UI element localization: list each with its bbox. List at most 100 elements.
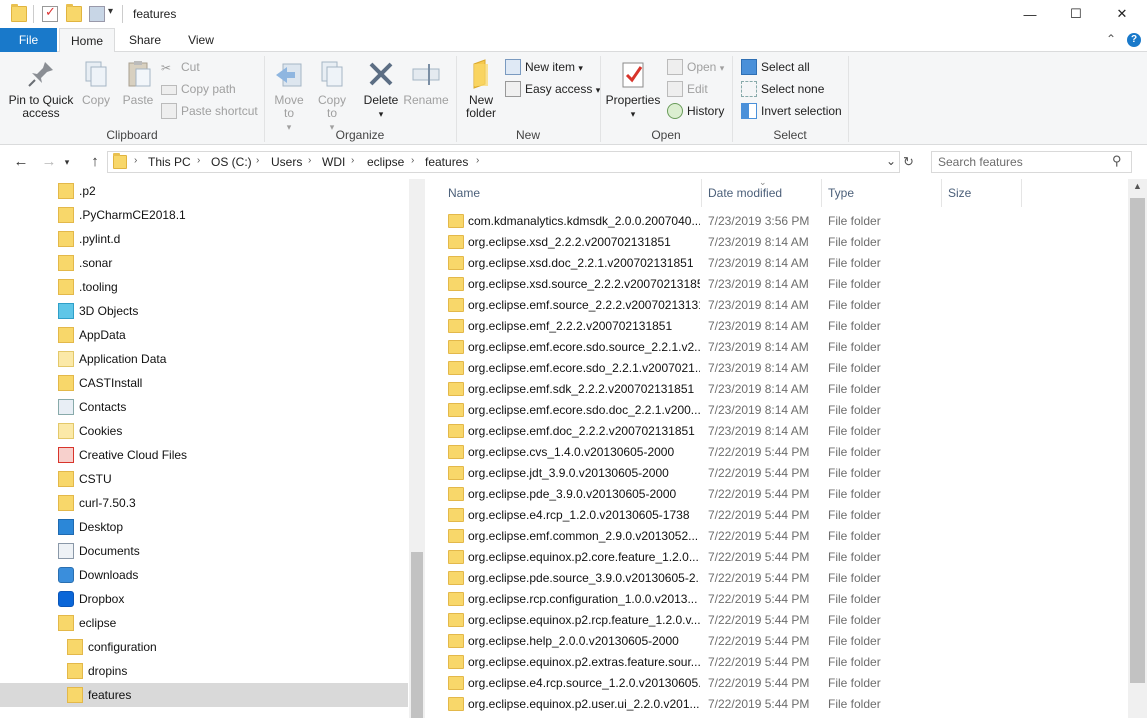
nav-item[interactable]: AppData bbox=[0, 323, 408, 347]
recent-locations-chevron-icon[interactable]: ▾ bbox=[60, 153, 74, 171]
file-row[interactable]: org.eclipse.xsd.source_2.2.2.v2007021318… bbox=[442, 274, 1132, 295]
select-all-button[interactable]: Select all bbox=[741, 58, 810, 76]
back-button[interactable]: ← bbox=[10, 153, 32, 171]
breadcrumb-this-pc[interactable]: This PC bbox=[148, 155, 191, 169]
column-header-date-modified[interactable]: Date modified bbox=[702, 179, 822, 207]
file-row[interactable]: org.eclipse.cvs_1.4.0.v20130605-2000 7/22… bbox=[442, 442, 1132, 463]
refresh-icon[interactable]: ↻ bbox=[903, 152, 919, 172]
copy-to-button[interactable]: Copy to ▾ bbox=[312, 58, 352, 134]
select-none-button[interactable]: Select none bbox=[741, 80, 824, 98]
nav-item[interactable]: eclipse bbox=[0, 611, 408, 635]
file-row[interactable]: org.eclipse.pde.source_3.9.0.v20130605-2… bbox=[442, 568, 1132, 589]
breadcrumb-chevron-icon[interactable]: › bbox=[476, 155, 479, 166]
file-row[interactable]: org.eclipse.e4.rcp.source_1.2.0.v2013060… bbox=[442, 673, 1132, 694]
search-icon[interactable]: ⚲ bbox=[1112, 153, 1122, 169]
easy-access-button[interactable]: Easy access ▾ bbox=[505, 80, 600, 98]
chevron-down-icon[interactable]: ▾ bbox=[108, 6, 113, 17]
breadcrumb-chevron-icon[interactable]: › bbox=[308, 155, 311, 166]
tab-view[interactable]: View bbox=[176, 28, 226, 52]
close-button[interactable]: ✕ bbox=[1099, 0, 1145, 28]
file-row[interactable]: org.eclipse.rcp.configuration_1.0.0.v201… bbox=[442, 589, 1132, 610]
new-folder-button[interactable]: New folder bbox=[461, 58, 501, 120]
file-row[interactable]: org.eclipse.emf_2.2.2.v200702131851 7/23/… bbox=[442, 316, 1132, 337]
file-row[interactable]: org.eclipse.equinox.p2.rcp.feature_1.2.0… bbox=[442, 610, 1132, 631]
file-row[interactable]: org.eclipse.emf.ecore.sdo.source_2.2.1.v… bbox=[442, 337, 1132, 358]
breadcrumb-features[interactable]: features bbox=[425, 155, 468, 169]
copy-button[interactable]: Copy bbox=[78, 58, 114, 107]
scroll-up-icon[interactable]: ▲ bbox=[1133, 181, 1142, 191]
file-row[interactable]: org.eclipse.equinox.p2.user.ui_2.2.0.v20… bbox=[442, 694, 1132, 715]
open-button[interactable]: Open ▾ bbox=[667, 58, 724, 76]
nav-item[interactable]: Application Data bbox=[0, 347, 408, 371]
file-row[interactable]: org.eclipse.emf.doc_2.2.2.v200702131851 7… bbox=[442, 421, 1132, 442]
column-header-type[interactable]: Type bbox=[822, 179, 942, 207]
edit-button[interactable]: Edit bbox=[667, 80, 708, 98]
tab-share[interactable]: Share bbox=[120, 28, 170, 52]
breadcrumb-os-c[interactable]: OS (C:) bbox=[211, 155, 252, 169]
file-row[interactable]: org.eclipse.equinox.p2.extras.feature.so… bbox=[442, 652, 1132, 673]
collapse-ribbon-icon[interactable]: ⌃ bbox=[1106, 32, 1116, 46]
rename-button[interactable]: Rename bbox=[402, 58, 450, 107]
nav-item[interactable]: Contacts bbox=[0, 395, 408, 419]
nav-item[interactable]: Documents bbox=[0, 539, 408, 563]
breadcrumb-chevron-icon[interactable]: › bbox=[134, 155, 137, 166]
move-to-button[interactable]: Move to ▾ bbox=[268, 58, 310, 134]
forward-button[interactable]: → bbox=[38, 153, 60, 171]
nav-item[interactable]: .p2 bbox=[0, 179, 408, 203]
invert-selection-button[interactable]: Invert selection bbox=[741, 102, 842, 120]
copy-path-button[interactable]: Copy path bbox=[161, 80, 236, 98]
file-row[interactable]: org.eclipse.emf.ecore.sdo.doc_2.2.1.v200… bbox=[442, 400, 1132, 421]
nav-item[interactable]: .sonar bbox=[0, 251, 408, 275]
properties-icon[interactable]: ✓ bbox=[42, 4, 58, 22]
up-button[interactable]: ↑ bbox=[84, 153, 106, 171]
history-button[interactable]: History bbox=[667, 102, 724, 120]
breadcrumb-chevron-icon[interactable]: › bbox=[197, 155, 200, 166]
cut-button[interactable]: ✂ Cut bbox=[161, 58, 200, 76]
properties-button[interactable]: Properties ▾ bbox=[604, 58, 662, 121]
maximize-button[interactable]: ☐ bbox=[1053, 0, 1099, 28]
nav-item[interactable]: .pylint.d bbox=[0, 227, 408, 251]
file-list-scrollbar-thumb[interactable] bbox=[1130, 198, 1145, 683]
column-header-size[interactable]: Size bbox=[942, 179, 1022, 207]
nav-item[interactable]: curl-7.50.3 bbox=[0, 491, 408, 515]
breadcrumb-chevron-icon[interactable]: › bbox=[256, 155, 259, 166]
nav-item[interactable]: Creative Cloud Files bbox=[0, 443, 408, 467]
paste-button[interactable]: Paste bbox=[118, 58, 158, 107]
file-row[interactable]: org.eclipse.xsd_2.2.2.v200702131851 7/23/… bbox=[442, 232, 1132, 253]
minimize-button[interactable]: — bbox=[1007, 0, 1053, 28]
nav-item[interactable]: 3D Objects bbox=[0, 299, 408, 323]
file-row[interactable]: org.eclipse.emf.sdk_2.2.2.v200702131851 7… bbox=[442, 379, 1132, 400]
new-folder-icon[interactable] bbox=[66, 4, 82, 22]
file-row[interactable]: org.eclipse.emf.ecore.sdo_2.2.1.v2007021… bbox=[442, 358, 1132, 379]
breadcrumb-eclipse[interactable]: eclipse bbox=[367, 155, 404, 169]
file-row[interactable]: org.eclipse.equinox.p2.core.feature_1.2.… bbox=[442, 547, 1132, 568]
delete-button[interactable]: Delete ▾ bbox=[362, 58, 400, 121]
column-header-name[interactable]: Name bbox=[442, 179, 702, 207]
nav-item[interactable]: dropins bbox=[0, 659, 408, 683]
navigation-scrollbar-thumb[interactable] bbox=[411, 552, 423, 718]
nav-item[interactable]: CASTInstall bbox=[0, 371, 408, 395]
file-row[interactable]: org.eclipse.emf.source_2.2.2.v2007021313… bbox=[442, 295, 1132, 316]
nav-item[interactable]: .PyCharmCE2018.1 bbox=[0, 203, 408, 227]
nav-item[interactable]: .tooling bbox=[0, 275, 408, 299]
nav-item[interactable]: features bbox=[0, 683, 408, 707]
file-row[interactable]: org.eclipse.e4.rcp_1.2.0.v20130605-1738 7… bbox=[442, 505, 1132, 526]
file-row[interactable]: org.eclipse.xsd.doc_2.2.1.v200702131851 7… bbox=[442, 253, 1132, 274]
address-field[interactable]: › This PC › OS (C:) › Users › WDI › ecli… bbox=[107, 151, 900, 173]
nav-item[interactable]: CSTU bbox=[0, 467, 408, 491]
breadcrumb-chevron-icon[interactable]: › bbox=[351, 155, 354, 166]
search-input[interactable]: Search features ⚲ bbox=[931, 151, 1132, 173]
tab-home[interactable]: Home bbox=[59, 28, 115, 53]
nav-item[interactable]: Cookies bbox=[0, 419, 408, 443]
file-row[interactable]: org.eclipse.jdt_3.9.0.v20130605-2000 7/22… bbox=[442, 463, 1132, 484]
nav-item[interactable]: Downloads bbox=[0, 563, 408, 587]
tab-file[interactable]: File bbox=[0, 28, 57, 52]
help-icon[interactable]: ? bbox=[1127, 33, 1141, 47]
breadcrumb-users[interactable]: Users bbox=[271, 155, 302, 169]
file-row[interactable]: com.kdmanalytics.kdmsdk_2.0.0.2007040...… bbox=[442, 211, 1132, 232]
breadcrumb-wdi[interactable]: WDI bbox=[322, 155, 345, 169]
customize-icon[interactable] bbox=[89, 6, 105, 22]
address-dropdown-chevron-icon[interactable]: ⌄ bbox=[886, 154, 896, 168]
paste-shortcut-button[interactable]: Paste shortcut bbox=[161, 102, 258, 120]
breadcrumb-chevron-icon[interactable]: › bbox=[411, 155, 414, 166]
